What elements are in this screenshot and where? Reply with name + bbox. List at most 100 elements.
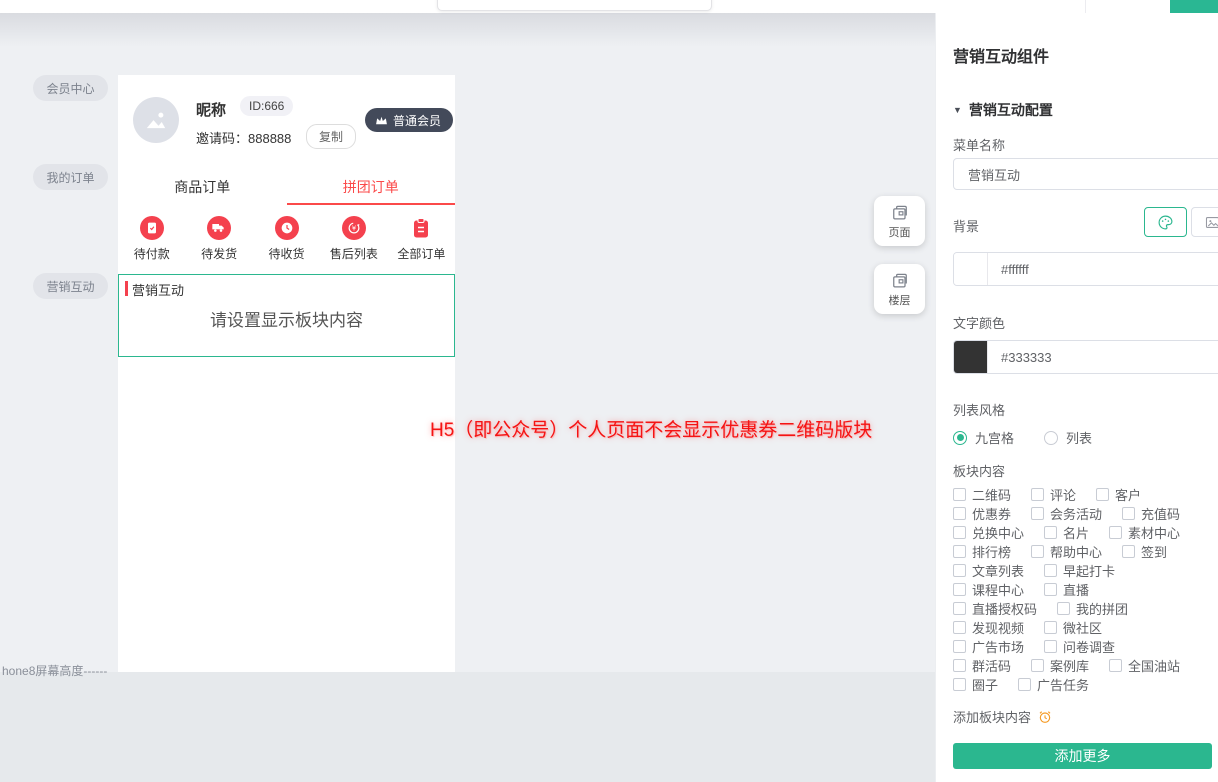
checkbox-business-card[interactable]: 名片 [1044, 523, 1089, 542]
settings-panel: 营销互动组件 ▼ 营销互动配置 菜单名称 背景 #ffffff 文字颜色 #33… [935, 13, 1218, 782]
alarm-icon[interactable] [1037, 709, 1053, 725]
member-level-badge: 普通会员 [365, 108, 453, 132]
checkbox-group-qr[interactable]: 群活码 [953, 656, 1011, 675]
refund-cycle-icon: ¥ [342, 216, 366, 240]
checkbox-icon [1031, 659, 1044, 672]
checkbox-discover-video[interactable]: 发现视频 [953, 618, 1024, 637]
menu-name-label: 菜单名称 [953, 135, 1005, 154]
checkbox-survey[interactable]: 问卷调查 [1044, 637, 1115, 656]
annotation-note: H5（即公众号）个人页面不会显示优惠券二维码版块 [430, 415, 872, 442]
collapse-triangle-icon: ▼ [953, 105, 962, 115]
order-item-pending-receipt[interactable]: 待收货 [253, 216, 320, 262]
order-item-pending-payment[interactable]: 待付款 [118, 216, 185, 262]
image-icon [1203, 214, 1218, 231]
checkbox-icon [953, 583, 966, 596]
checkbox-icon [1044, 526, 1057, 539]
pages-icon [889, 203, 911, 223]
add-more-button[interactable]: 添加更多 [953, 743, 1212, 769]
checkbox-ranking[interactable]: 排行榜 [953, 542, 1011, 561]
screen-height-marker: hone8屏幕高度------ [2, 662, 107, 679]
checkbox-icon [1109, 526, 1122, 539]
checkbox-recharge-code[interactable]: 充值码 [1122, 504, 1180, 523]
image-placeholder-icon [143, 107, 169, 133]
below-screen-height-zone [0, 672, 935, 782]
tab-product-orders[interactable]: 商品订单 [118, 170, 287, 205]
checkbox-micro-community[interactable]: 微社区 [1044, 618, 1102, 637]
marketing-block-selected[interactable]: 营销互动 请设置显示板块内容 [118, 274, 455, 357]
checkbox-icon [1057, 602, 1070, 615]
text-color-swatch[interactable] [954, 341, 988, 373]
checkbox-icon [953, 488, 966, 501]
id-badge: ID:666 [240, 96, 293, 116]
checkbox-ad-task[interactable]: 广告任务 [1018, 675, 1089, 694]
anchor-my-orders[interactable]: 我的订单 [33, 164, 108, 190]
checkbox-live-auth-code[interactable]: 直播授权码 [953, 599, 1037, 618]
doc-check-icon [140, 216, 164, 240]
checkbox-icon [1044, 621, 1057, 634]
checkbox-live[interactable]: 直播 [1044, 580, 1089, 599]
list-style-radios: 九宫格 列表 [953, 428, 1092, 447]
order-item-all-orders[interactable]: 全部订单 [388, 216, 455, 262]
checkbox-ad-market[interactable]: 广告市场 [953, 637, 1024, 656]
checkbox-icon [1018, 678, 1031, 691]
checkbox-icon [953, 659, 966, 672]
panel-title: 营销互动组件 [953, 43, 1049, 67]
title-accent-bar [125, 281, 128, 296]
checkbox-icon [1031, 507, 1044, 520]
page-layers-button[interactable]: 页面 [874, 196, 925, 246]
checkbox-material-center[interactable]: 素材中心 [1109, 523, 1180, 542]
checkbox-my-groupbuy[interactable]: 我的拼团 [1057, 599, 1128, 618]
checkbox-exchange-center[interactable]: 兑换中心 [953, 523, 1024, 542]
checkbox-gas-stations[interactable]: 全国油站 [1109, 656, 1180, 675]
checkbox-icon [953, 545, 966, 558]
toolbar-divider [1085, 0, 1086, 13]
radio-unselected-icon [1044, 431, 1058, 445]
checkbox-qrcode[interactable]: 二维码 [953, 485, 1011, 504]
radio-list-style[interactable]: 列表 [1044, 428, 1092, 447]
checkbox-case-library[interactable]: 案例库 [1031, 656, 1089, 675]
text-color-input[interactable]: #333333 [953, 340, 1218, 374]
checkbox-icon [1122, 507, 1135, 520]
checkbox-icon [953, 602, 966, 615]
toolbar-search-input[interactable] [437, 0, 712, 11]
anchor-marketing[interactable]: 营销互动 [33, 273, 108, 299]
copy-button[interactable]: 复制 [306, 124, 356, 149]
checkbox-coupon[interactable]: 优惠券 [953, 504, 1011, 523]
order-item-pending-shipment[interactable]: 待发货 [185, 216, 252, 262]
checkbox-icon [1031, 488, 1044, 501]
checkbox-course-center[interactable]: 课程中心 [953, 580, 1024, 599]
truck-icon [207, 216, 231, 240]
checkbox-early-clockin[interactable]: 早起打卡 [1044, 561, 1115, 580]
checkbox-comment[interactable]: 评论 [1031, 485, 1076, 504]
checkbox-circle[interactable]: 圈子 [953, 675, 998, 694]
checkbox-icon [953, 678, 966, 691]
order-item-after-sales[interactable]: ¥ 售后列表 [320, 216, 387, 262]
floor-layers-button[interactable]: 楼层 [874, 264, 925, 314]
anchor-member-center[interactable]: 会员中心 [33, 75, 108, 101]
crown-icon [375, 115, 388, 126]
toolbar-primary-button[interactable] [1170, 0, 1218, 13]
clipboard-list-icon [409, 216, 433, 240]
checkbox-help-center[interactable]: 帮助中心 [1031, 542, 1102, 561]
checkbox-icon [1031, 545, 1044, 558]
background-color-swatch[interactable] [954, 253, 988, 285]
radio-selected-icon [953, 431, 967, 445]
background-color-input[interactable]: #ffffff [953, 252, 1218, 286]
checkbox-sign-in[interactable]: 签到 [1122, 542, 1167, 561]
checkbox-customer[interactable]: 客户 [1096, 485, 1141, 504]
background-image-mode-button[interactable] [1191, 207, 1218, 237]
tab-group-orders[interactable]: 拼团订单 [287, 170, 456, 205]
radio-grid-style[interactable]: 九宫格 [953, 428, 1014, 447]
checkbox-article-list[interactable]: 文章列表 [953, 561, 1024, 580]
checkbox-conference[interactable]: 会务活动 [1031, 504, 1102, 523]
config-section-header[interactable]: ▼ 营销互动配置 [953, 100, 1053, 120]
nickname: 昵称 [196, 99, 226, 120]
checkbox-icon [1096, 488, 1109, 501]
background-color-mode-button[interactable] [1144, 207, 1187, 237]
order-tabs: 商品订单 拼团订单 [118, 170, 455, 205]
menu-name-input[interactable] [953, 158, 1218, 190]
block-title: 营销互动 [132, 280, 184, 299]
checkbox-icon [953, 507, 966, 520]
invite-code: 邀请码：888888 [196, 128, 291, 147]
phone-preview: 昵称 ID:666 邀请码：888888 复制 普通会员 商品订单 拼团订单 待… [118, 75, 455, 672]
